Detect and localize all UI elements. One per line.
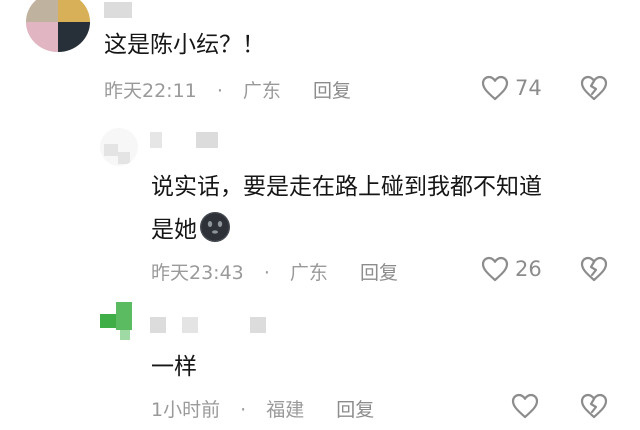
comment-location: 广东: [242, 80, 281, 102]
username-blurred[interactable]: [104, 2, 132, 18]
comment-time: 1小时前: [151, 399, 221, 421]
username-blurred[interactable]: [150, 317, 166, 333]
username-blurred[interactable]: [250, 317, 266, 333]
like-button[interactable]: 26: [481, 256, 542, 282]
comment-text: 一样: [151, 354, 197, 380]
comment-time: 昨天23:43: [151, 262, 244, 284]
reply-button[interactable]: 回复: [313, 76, 351, 103]
username-blurred[interactable]: [182, 317, 198, 333]
username-blurred[interactable]: [196, 132, 218, 148]
avatar[interactable]: [26, 0, 90, 52]
avatar-segment: [116, 302, 132, 330]
avatar-segment: [58, 22, 90, 52]
avatar-segment: [58, 0, 90, 22]
like-count: 74: [515, 76, 542, 100]
comment-3: 一样 1小时前 · 福建 回复: [0, 296, 640, 430]
comment-location: 福建: [266, 399, 305, 421]
comment-text: 这是陈小纭？！: [104, 32, 265, 58]
avatar-segment: [104, 144, 118, 156]
avatar-segment: [118, 152, 130, 164]
comment-text-line2: 是她: [151, 211, 231, 247]
dislike-button[interactable]: [580, 75, 608, 101]
comment-1: 这是陈小纭？！ 昨天22:11 · 广东 回复 74: [0, 0, 640, 108]
like-count: 26: [515, 257, 542, 281]
comment-text-line2-text: 是她: [151, 217, 197, 243]
dislike-button[interactable]: [580, 393, 608, 419]
like-button[interactable]: 74: [481, 75, 542, 101]
avatar-segment: [120, 330, 130, 340]
broken-heart-icon: [580, 393, 608, 419]
heart-icon: [481, 75, 509, 101]
comment-2: 说实话，要是走在路上碰到我都不知道 是她 昨天23:43 · 广东 回复 26: [0, 122, 640, 287]
dislike-button[interactable]: [580, 256, 608, 282]
comment-text-line1: 说实话，要是走在路上碰到我都不知道: [151, 174, 542, 200]
avatar[interactable]: [100, 296, 136, 344]
heart-icon: [481, 256, 509, 282]
reply-button[interactable]: 回复: [336, 395, 374, 422]
like-button[interactable]: [511, 393, 545, 419]
username-blurred[interactable]: [150, 132, 162, 148]
comment-meta: 昨天23:43 · 广东 回复: [151, 258, 398, 285]
separator-dot: ·: [240, 399, 247, 421]
dark-face-emoji: [199, 211, 231, 243]
avatar-segment: [26, 0, 58, 22]
comment-location: 广东: [289, 262, 328, 284]
comment-time: 昨天22:11: [104, 80, 197, 102]
broken-heart-icon: [580, 75, 608, 101]
comment-meta: 1小时前 · 福建 回复: [151, 395, 374, 422]
avatar[interactable]: [100, 128, 138, 166]
heart-icon: [511, 393, 539, 419]
reply-button[interactable]: 回复: [360, 258, 398, 285]
avatar-segment: [26, 22, 58, 52]
broken-heart-icon: [580, 256, 608, 282]
separator-dot: ·: [263, 262, 270, 284]
separator-dot: ·: [216, 80, 223, 102]
comment-meta: 昨天22:11 · 广东 回复: [104, 76, 351, 103]
